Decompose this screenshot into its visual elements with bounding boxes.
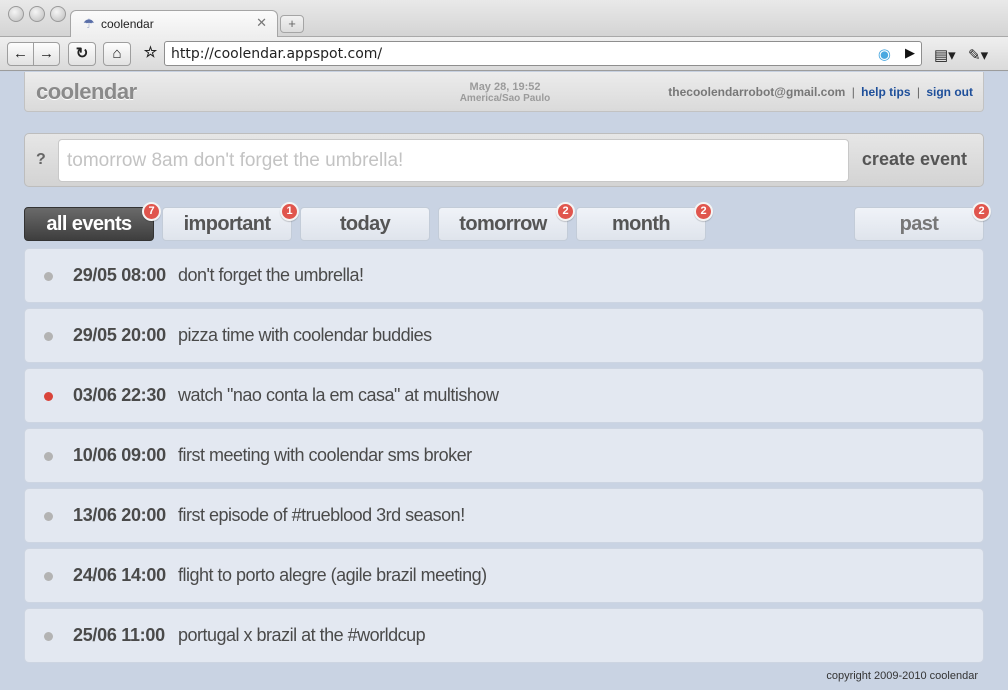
event-row[interactable]: 10/06 09:00 first meeting with coolendar… — [24, 428, 984, 483]
umbrella-icon: ☂ — [83, 16, 95, 31]
status-dot — [44, 332, 53, 341]
page-content: coolendar May 28, 19:52 America/Sao Paul… — [0, 72, 1008, 690]
filter-label: today — [339, 213, 391, 235]
reload-icon[interactable]: ↻ — [68, 42, 96, 66]
window-close-button[interactable] — [8, 6, 24, 22]
event-date: 03/06 22:30 — [73, 385, 166, 405]
logo[interactable]: coolendar — [36, 79, 137, 105]
count-badge: 2 — [972, 202, 991, 221]
close-icon[interactable]: ✕ — [256, 15, 267, 31]
feed-icon[interactable]: ◉ — [878, 45, 891, 63]
browser-toolbar: ← → ↻ ⌂ ☆ http://coolendar.appspot.com/ … — [0, 37, 1008, 71]
address-bar[interactable]: http://coolendar.appspot.com/ ◉ ▶ — [164, 41, 922, 66]
filter-all-events[interactable]: all events 7 — [24, 202, 161, 241]
window-zoom-button[interactable] — [50, 6, 66, 22]
bookmark-star-icon[interactable]: ☆ — [138, 42, 163, 66]
play-icon[interactable]: ▶ — [905, 45, 915, 61]
event-row[interactable]: 24/06 14:00 flight to porto alegre (agil… — [24, 548, 984, 603]
count-badge: 2 — [694, 202, 713, 221]
filter-label: past — [899, 213, 939, 235]
app-header: coolendar May 28, 19:52 America/Sao Paul… — [24, 72, 984, 112]
user-email: thecoolendarrobot@gmail.com — [668, 85, 846, 99]
sign-out-link[interactable]: sign out — [926, 85, 973, 99]
home-icon[interactable]: ⌂ — [103, 42, 131, 66]
event-date: 25/06 11:00 — [73, 625, 165, 645]
filter-label: tomorrow — [459, 213, 547, 235]
event-title: first meeting with coolendar sms broker — [178, 445, 472, 465]
event-title: portugal x brazil at the #worldcup — [178, 625, 426, 645]
filter-important[interactable]: important 1 — [162, 202, 299, 241]
count-badge: 1 — [280, 202, 299, 221]
event-list: 29/05 08:00 don't forget the umbrella! 2… — [24, 248, 984, 668]
status-dot — [44, 392, 53, 401]
filter-month[interactable]: month 2 — [576, 202, 713, 241]
current-datetime: May 28, 19:52 America/Sao Paulo — [425, 81, 585, 104]
create-event-button[interactable]: create event — [862, 149, 967, 170]
count-badge: 7 — [142, 202, 161, 221]
count-badge: 2 — [556, 202, 575, 221]
event-row[interactable]: 29/05 20:00 pizza time with coolendar bu… — [24, 308, 984, 363]
event-date: 29/05 20:00 — [73, 325, 166, 345]
event-row[interactable]: 03/06 22:30 watch "nao conta la em casa"… — [24, 368, 984, 423]
filter-label: month — [611, 213, 671, 235]
event-title: watch "nao conta la em casa" at multisho… — [178, 385, 499, 405]
event-date: 10/06 09:00 — [73, 445, 166, 465]
event-date: 29/05 08:00 — [73, 265, 166, 285]
event-title: flight to porto alegre (agile brazil mee… — [178, 565, 487, 585]
status-dot — [44, 272, 53, 281]
filter-today[interactable]: today — [300, 207, 430, 241]
status-dot — [44, 632, 53, 641]
back-icon[interactable]: ← — [7, 42, 34, 66]
event-date: 24/06 14:00 — [73, 565, 166, 585]
timezone: America/Sao Paulo — [459, 93, 551, 104]
filter-label: all events — [46, 213, 132, 235]
current-date: May 28, 19:52 — [469, 81, 541, 93]
event-row[interactable]: 13/06 20:00 first episode of #trueblood … — [24, 488, 984, 543]
status-dot — [44, 572, 53, 581]
tab-title: coolendar — [101, 17, 154, 31]
status-dot — [44, 452, 53, 461]
event-row[interactable]: 25/06 11:00 portugal x brazil at the #wo… — [24, 608, 984, 663]
window-minimize-button[interactable] — [29, 6, 45, 22]
wrench-icon[interactable]: ✎▾ — [968, 46, 988, 64]
url-text: http://coolendar.appspot.com/ — [171, 46, 383, 62]
help-tips-link[interactable]: help tips — [861, 85, 910, 99]
separator: | — [916, 85, 920, 99]
forward-icon[interactable]: → — [33, 42, 60, 66]
browser-tab[interactable]: ☂ coolendar ✕ — [70, 10, 278, 37]
event-title: pizza time with coolendar buddies — [178, 325, 432, 345]
event-date: 13/06 20:00 — [73, 505, 166, 525]
new-tab-button[interactable]: + — [280, 15, 304, 33]
help-button[interactable]: ? — [36, 151, 46, 169]
copyright: copyright 2009-2010 coolendar — [826, 670, 978, 682]
separator: | — [851, 85, 855, 99]
event-title: don't forget the umbrella! — [178, 265, 364, 285]
filter-past[interactable]: past 2 — [854, 202, 991, 241]
create-event-bar: ? create event — [24, 133, 984, 187]
browser-tab-bar: ☂ coolendar ✕ + — [0, 0, 1008, 37]
filter-tomorrow[interactable]: tomorrow 2 — [438, 202, 575, 241]
event-row[interactable]: 29/05 08:00 don't forget the umbrella! — [24, 248, 984, 303]
status-dot — [44, 512, 53, 521]
user-bar: thecoolendarrobot@gmail.com | help tips … — [668, 85, 973, 99]
page-menu-icon[interactable]: ▤▾ — [934, 46, 956, 64]
event-title: first episode of #trueblood 3rd season! — [178, 505, 465, 525]
event-input[interactable] — [58, 139, 849, 182]
filter-label: important — [183, 213, 271, 235]
